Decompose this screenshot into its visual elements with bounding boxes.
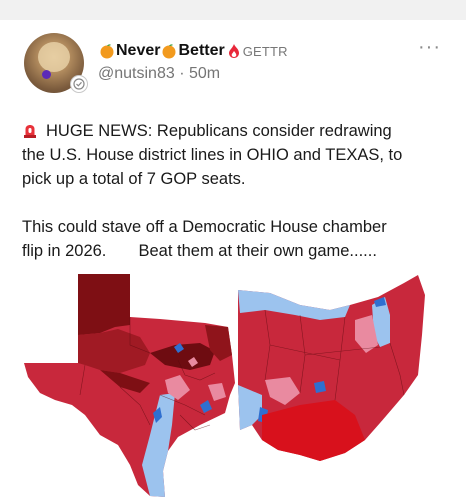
post-line-2: the U.S. House district lines in OHIO an… bbox=[22, 146, 403, 164]
top-bar bbox=[0, 0, 466, 20]
post-line-3: pick up a total of 7 GOP seats. bbox=[22, 170, 246, 188]
post-line-5: flip in 2026. Beat them at their own gam… bbox=[22, 242, 377, 260]
post-time: 50m bbox=[188, 65, 221, 82]
separator: · bbox=[179, 65, 185, 82]
orange-icon bbox=[100, 44, 114, 59]
post-text-1: HUGE NEWS: Republicans consider redrawin… bbox=[46, 122, 392, 140]
siren-icon bbox=[24, 125, 36, 138]
author-name-row[interactable]: Never Better GETTR bbox=[98, 40, 288, 62]
flame-icon bbox=[228, 44, 239, 58]
more-options-icon[interactable]: ··· bbox=[418, 37, 441, 57]
ohio-map bbox=[238, 275, 425, 461]
texas-map bbox=[24, 274, 235, 497]
author-handle-row[interactable]: @nutsin83 · 50m bbox=[98, 65, 220, 83]
post-line-1: HUGE NEWS: Republicans consider redrawin… bbox=[22, 119, 452, 143]
post-line-4: This could stave off a Democratic House … bbox=[22, 218, 387, 236]
district-maps-image[interactable] bbox=[0, 265, 466, 500]
avatar-face bbox=[38, 42, 70, 72]
platform-label: GETTR bbox=[242, 43, 288, 59]
verified-badge-icon bbox=[70, 75, 88, 93]
author-name-part1: Never bbox=[116, 42, 161, 59]
avatar-dot bbox=[42, 70, 51, 79]
orange-icon bbox=[162, 44, 176, 59]
post-text: HUGE NEWS: Republicans consider redrawin… bbox=[22, 119, 452, 263]
author-name-part2: Better bbox=[178, 42, 225, 59]
author-handle: @nutsin83 bbox=[98, 65, 175, 82]
